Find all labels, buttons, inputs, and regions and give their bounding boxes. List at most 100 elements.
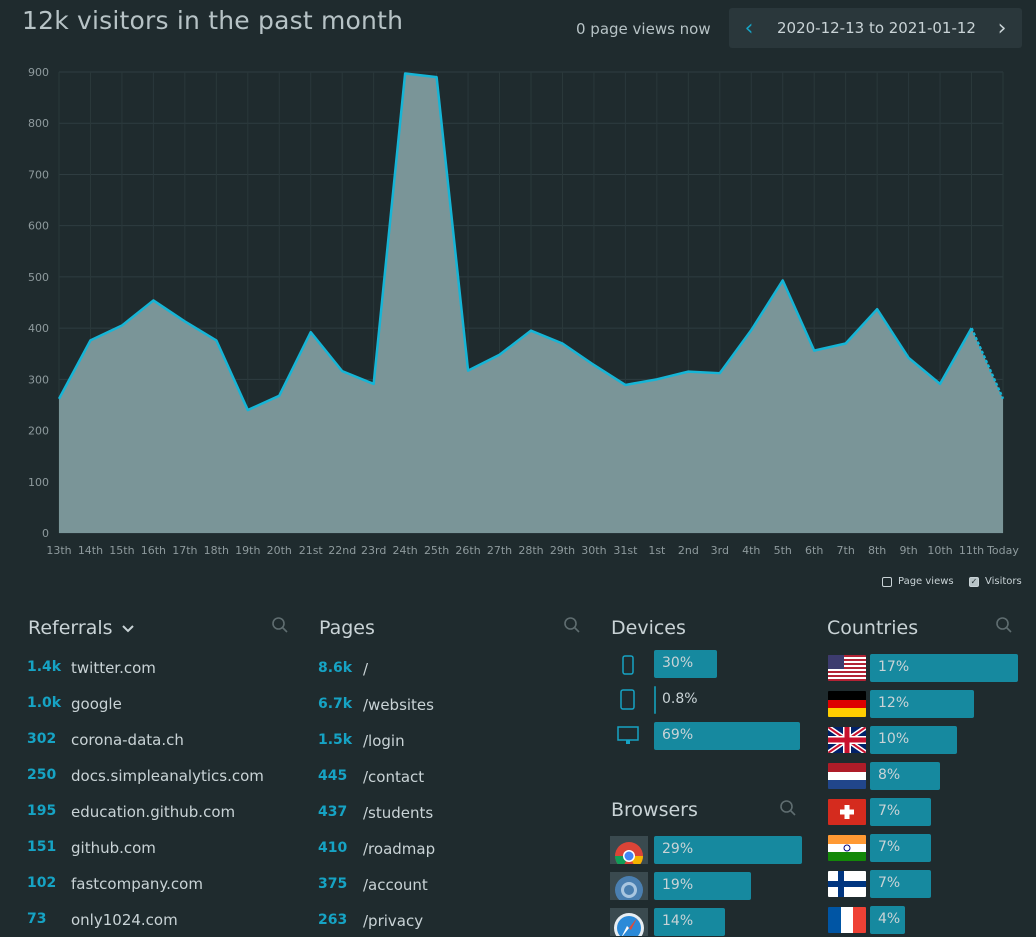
page-row[interactable]: 437/students — [318, 804, 433, 822]
referral-row-count: 195 — [27, 803, 57, 819]
uk-flag-icon — [828, 727, 866, 753]
date-range-label[interactable]: 2020-12-13 to 2021-01-12 — [777, 19, 976, 37]
referral-row[interactable]: 102 fastcompany.com — [27, 875, 203, 893]
page-row[interactable]: 8.6k / — [318, 660, 368, 678]
x-tick-label: 5th — [774, 544, 792, 557]
referral-row-label[interactable]: docs.simpleanalytics.com — [71, 767, 264, 785]
referral-row-count: 302 — [27, 731, 57, 747]
chromium-icon — [610, 872, 648, 900]
page-row-label[interactable]: /login — [363, 732, 405, 750]
y-tick-label: 300 — [28, 373, 49, 386]
referral-row-label[interactable]: fastcompany.com — [71, 875, 203, 893]
search-icon[interactable] — [995, 616, 1013, 634]
x-tick-label: 19th — [235, 544, 260, 557]
referral-row-label[interactable]: twitter.com — [71, 659, 156, 677]
page-row[interactable]: 375/account — [318, 876, 428, 894]
page-row-label[interactable]: /students — [363, 804, 433, 822]
x-tick-label: 9th — [899, 544, 917, 557]
x-tick-label: 28th — [518, 544, 543, 557]
search-icon[interactable] — [779, 799, 797, 817]
search-icon[interactable] — [271, 616, 289, 634]
page-row[interactable]: 1.5k/login — [318, 732, 405, 750]
x-tick-label: 7th — [837, 544, 855, 557]
page-row-label[interactable]: /account — [363, 876, 428, 894]
referral-row[interactable]: 1.0k google — [27, 695, 122, 713]
device-row-bar[interactable] — [654, 686, 656, 714]
browser-row-percent: 14% — [662, 913, 694, 929]
country-row-percent: 8% — [878, 767, 901, 783]
referral-row-label[interactable]: github.com — [71, 839, 156, 857]
page-row-label[interactable]: /contact — [363, 768, 424, 786]
referral-row[interactable]: 1.4k twitter.com — [27, 659, 156, 677]
x-tick-label: 16th — [141, 544, 166, 557]
france-flag-icon — [828, 907, 866, 933]
checkbox-checked-icon[interactable]: ✓ — [969, 576, 979, 587]
x-tick-label: 15th — [109, 544, 134, 557]
country-row-percent: 12% — [878, 695, 910, 711]
x-tick-label: 31st — [613, 544, 638, 557]
referral-row-label[interactable]: google — [71, 695, 122, 713]
pages-title: Pages — [319, 617, 375, 639]
referral-row-count: 1.4k — [27, 659, 62, 675]
device-row-percent: 69% — [662, 727, 694, 743]
chevron-left-icon[interactable]: ‹ — [729, 8, 769, 48]
chevron-right-icon[interactable]: › — [982, 8, 1022, 48]
referrals-title[interactable]: Referrals — [28, 617, 135, 639]
referral-row-count: 102 — [27, 875, 57, 891]
referral-row[interactable]: 302 corona-data.ch — [27, 731, 184, 749]
x-tick-label: 13th — [46, 544, 71, 557]
referral-row[interactable]: 195 education.github.com — [27, 803, 235, 821]
x-tick-label: 6th — [805, 544, 823, 557]
india-flag-icon — [828, 835, 866, 861]
referral-row[interactable]: 250 docs.simpleanalytics.com — [27, 767, 264, 785]
x-tick-label: 20th — [267, 544, 292, 557]
x-tick-label: 21st — [299, 544, 324, 557]
page-row-label[interactable]: / — [363, 660, 368, 678]
germany-flag-icon — [828, 691, 866, 717]
devices-title: Devices — [611, 617, 686, 639]
checkbox-icon[interactable] — [882, 576, 892, 587]
x-tick-label: 26th — [455, 544, 480, 557]
device-row-percent: 0.8% — [662, 691, 698, 707]
referral-row[interactable]: 151 github.com — [27, 839, 156, 857]
y-tick-label: 900 — [28, 66, 49, 79]
page-row-label[interactable]: /privacy — [363, 912, 423, 930]
x-tick-label: Today — [986, 544, 1019, 557]
referral-row-label[interactable]: education.github.com — [71, 803, 235, 821]
chevron-down-icon[interactable] — [121, 624, 135, 634]
page-row[interactable]: 410/roadmap — [318, 840, 435, 858]
referral-row-count: 1.0k — [27, 695, 62, 711]
browsers-title: Browsers — [611, 799, 698, 821]
page-row-count: 375 — [318, 876, 348, 892]
referral-row[interactable]: 73 only1024.com — [27, 911, 178, 929]
x-tick-label: 1st — [648, 544, 666, 557]
y-tick-label: 100 — [28, 476, 49, 489]
y-tick-label: 200 — [28, 425, 49, 438]
page-row-label[interactable]: /roadmap — [363, 840, 435, 858]
page-row-count: 8.6k — [318, 660, 353, 676]
x-tick-label: 23rd — [361, 544, 386, 557]
legend-page-views[interactable]: Page views — [882, 576, 954, 587]
search-icon[interactable] — [563, 616, 581, 634]
page-row[interactable]: 6.7k/websites — [318, 696, 434, 714]
page-row-label[interactable]: /websites — [363, 696, 434, 714]
legend-visitors[interactable]: ✓ Visitors — [969, 576, 1022, 587]
x-tick-label: 27th — [487, 544, 512, 557]
page-row[interactable]: 445/contact — [318, 768, 424, 786]
legend-visitors-label: Visitors — [985, 576, 1022, 587]
x-tick-label: 18th — [204, 544, 229, 557]
y-tick-label: 700 — [28, 168, 49, 181]
y-tick-label: 500 — [28, 271, 49, 284]
page-row[interactable]: 263/privacy — [318, 912, 423, 930]
tablet-icon — [620, 689, 635, 710]
x-tick-label: 29th — [550, 544, 575, 557]
countries-title: Countries — [827, 617, 919, 639]
referral-row-label[interactable]: only1024.com — [71, 911, 178, 929]
page-row-count: 263 — [318, 912, 348, 928]
x-tick-label: 14th — [78, 544, 103, 557]
x-tick-label: 4th — [742, 544, 760, 557]
safari-icon — [610, 908, 648, 936]
page-views-now: 0 page views now — [576, 20, 711, 38]
mobile-icon — [622, 655, 634, 675]
referral-row-label[interactable]: corona-data.ch — [71, 731, 184, 749]
